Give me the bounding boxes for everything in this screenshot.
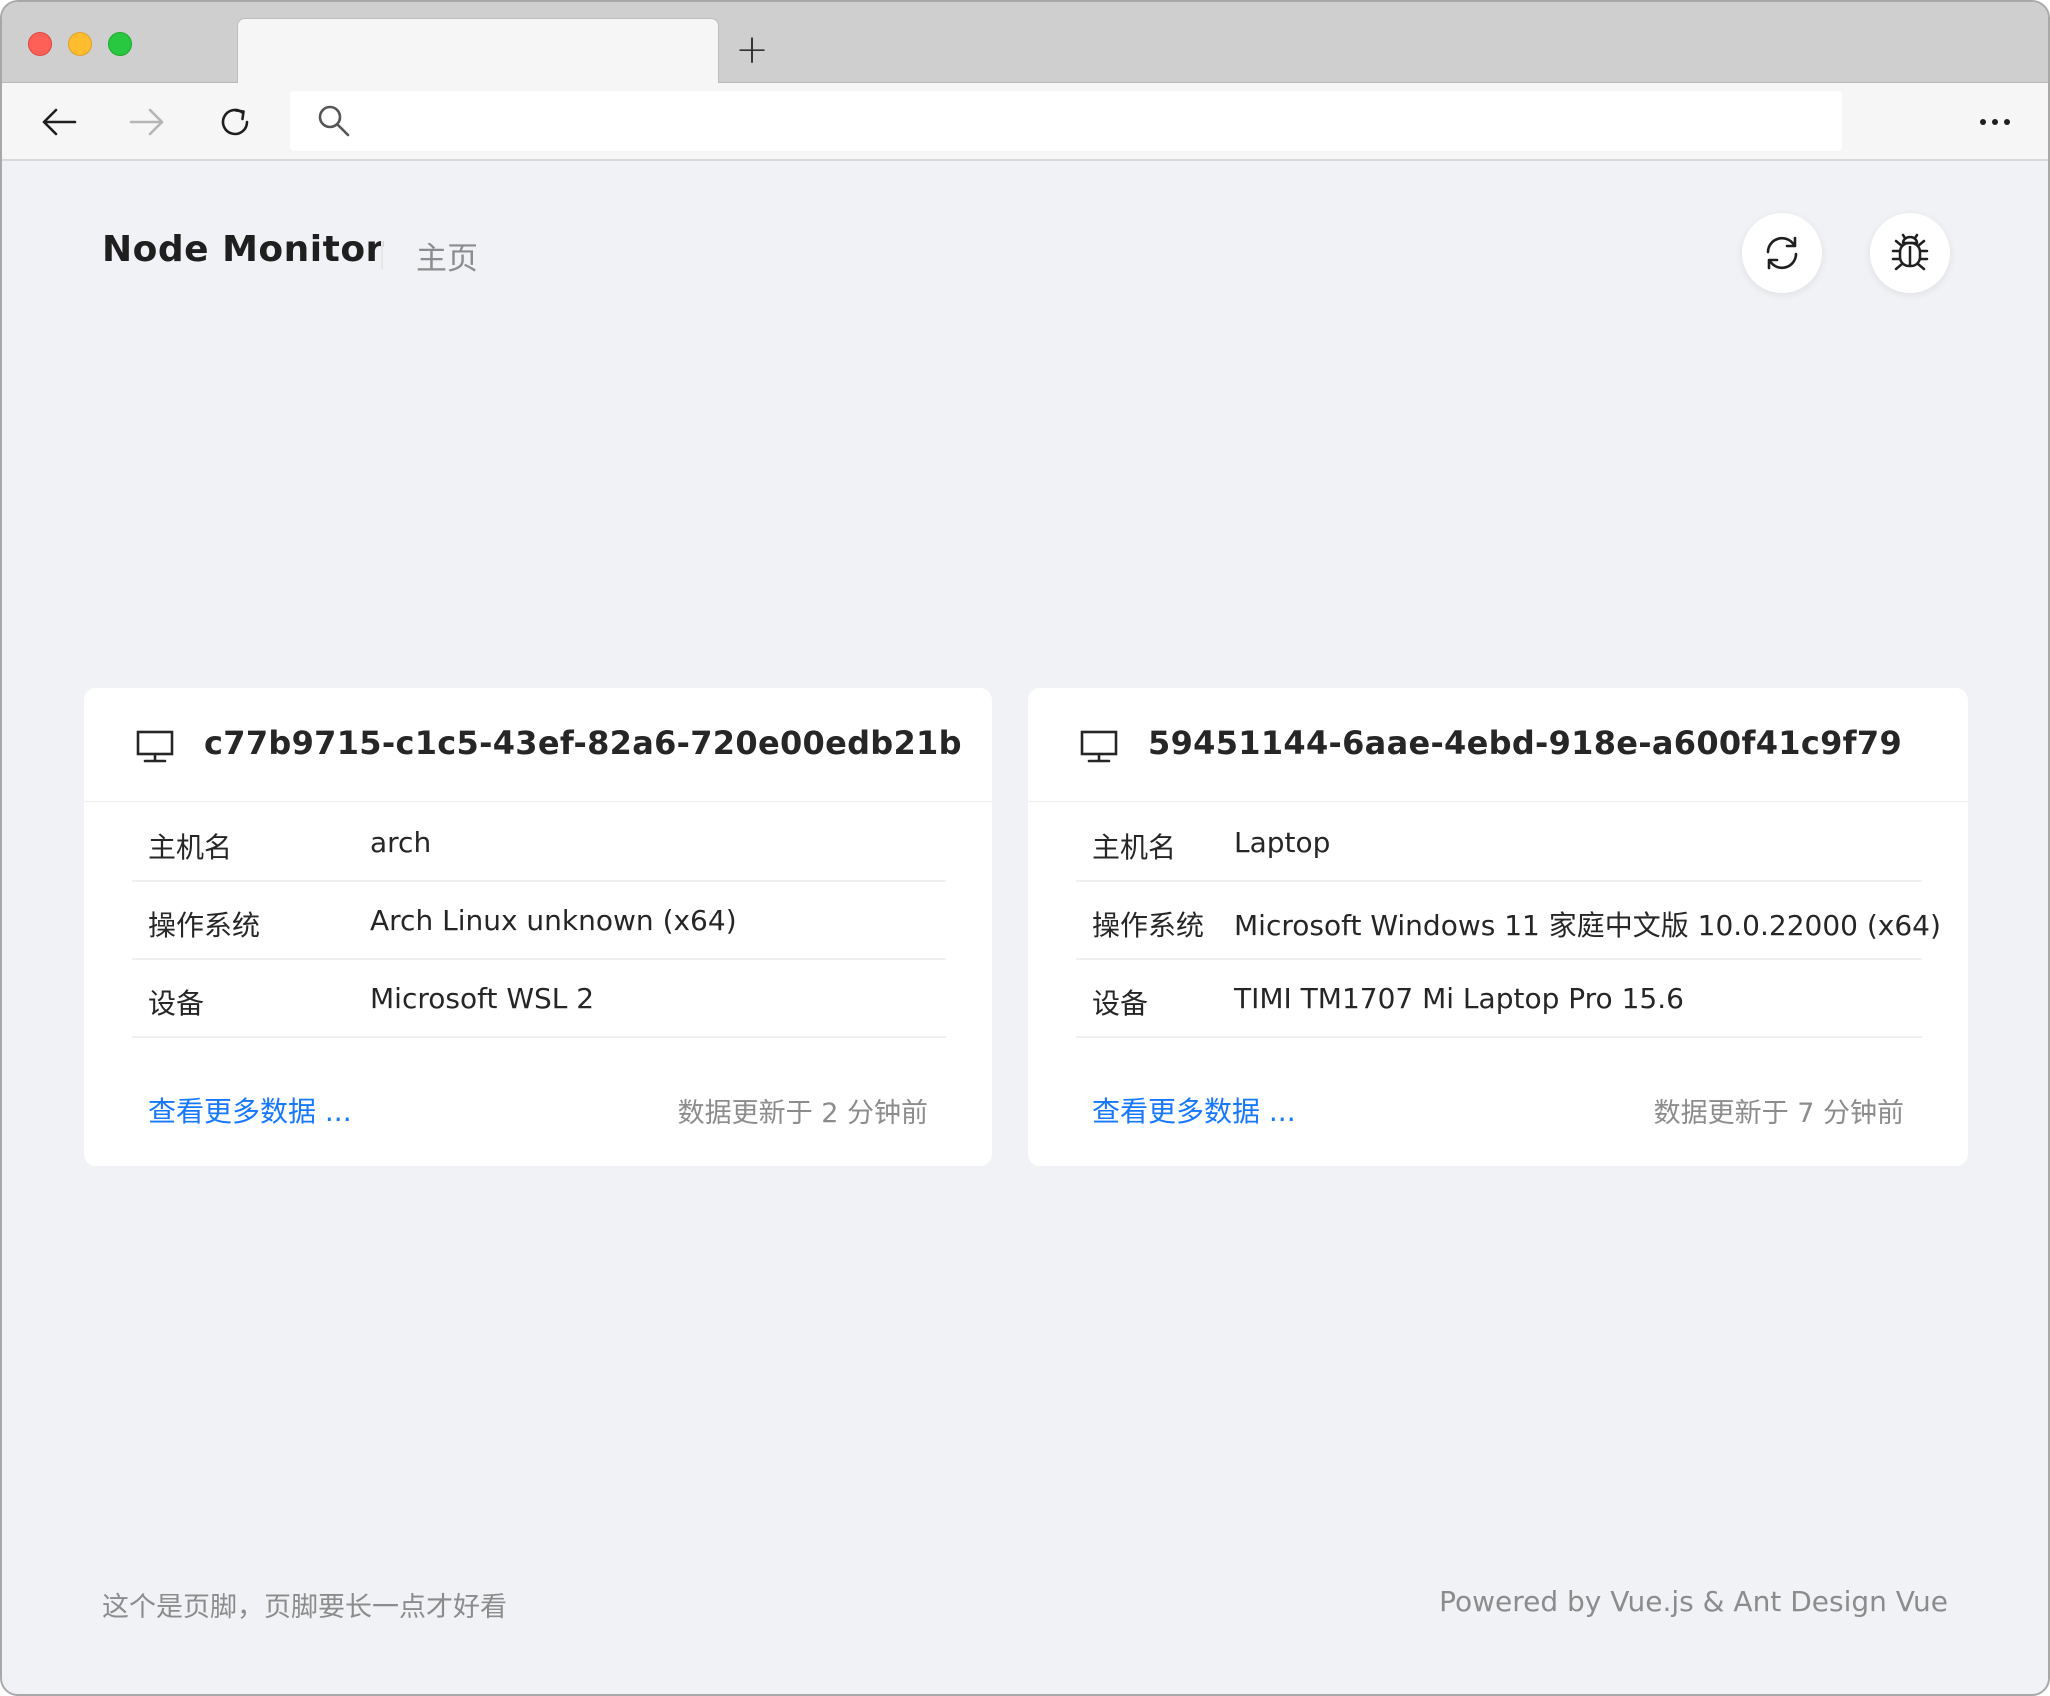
row-label-os: 操作系统 xyxy=(1092,909,1205,942)
page-content: Node Monitor 主页 c77b9715-c1c5-43ef-82a6-… xyxy=(2,161,2048,1694)
node-card: c77b9715-c1c5-43ef-82a6-720e00edb21b 主机名… xyxy=(84,688,992,1166)
debug-button[interactable] xyxy=(1870,213,1950,293)
row-value-hostname: arch xyxy=(370,826,432,859)
desktop-icon xyxy=(136,730,174,763)
row-label-device: 设备 xyxy=(148,987,205,1020)
node-info-table: 主机名 Laptop 操作系统 Microsoft Windows 11 家庭中… xyxy=(1076,804,1941,1038)
reload-button[interactable] xyxy=(212,99,258,145)
row-value-device: Microsoft WSL 2 xyxy=(370,982,595,1015)
updated-time: 数据更新于 7 分钟前 xyxy=(1653,1098,1904,1129)
table-row: 主机名 Laptop xyxy=(1076,804,1922,882)
table-row: 操作系统 Arch Linux unknown (x64) xyxy=(132,882,946,960)
app-title[interactable]: Node Monitor xyxy=(102,229,384,270)
browser-window: + Node Monitor 主页 c77b9715-c1c5-43ef-82a… xyxy=(0,0,2050,1696)
close-window-button[interactable] xyxy=(28,32,52,56)
row-label-hostname: 主机名 xyxy=(148,831,233,864)
node-info-table: 主机名 arch 操作系统 Arch Linux unknown (x64) 设… xyxy=(132,804,946,1038)
bug-icon xyxy=(1891,233,1929,271)
row-value-os: Arch Linux unknown (x64) xyxy=(370,904,737,937)
navigation-bar xyxy=(2,83,2048,161)
forward-arrow-icon xyxy=(129,108,164,136)
back-arrow-icon xyxy=(42,108,77,136)
desktop-icon xyxy=(1080,730,1118,763)
table-row: 操作系统 Microsoft Windows 11 家庭中文版 10.0.220… xyxy=(1076,882,1941,960)
row-label-device: 设备 xyxy=(1092,987,1149,1020)
table-row: 主机名 arch xyxy=(132,804,946,882)
row-label-os: 操作系统 xyxy=(148,909,261,942)
footer-credits: Powered by Vue.js & Ant Design Vue xyxy=(1439,1585,1948,1618)
footer-text: 这个是页脚，页脚要长一点才好看 xyxy=(102,1592,507,1623)
header-divider xyxy=(381,241,383,269)
updated-time: 数据更新于 2 分钟前 xyxy=(677,1098,928,1129)
row-label-hostname: 主机名 xyxy=(1092,831,1177,864)
node-card-header: c77b9715-c1c5-43ef-82a6-720e00edb21b xyxy=(84,688,992,802)
view-more-link[interactable]: 查看更多数据 ... xyxy=(1092,1090,1296,1130)
table-row: 设备 TIMI TM1707 Mi Laptop Pro 15.6 xyxy=(1076,960,1922,1038)
new-tab-button[interactable]: + xyxy=(730,27,774,73)
maximize-window-button[interactable] xyxy=(108,32,132,56)
back-button[interactable] xyxy=(36,99,82,145)
row-value-os: Microsoft Windows 11 家庭中文版 10.0.22000 (x… xyxy=(1234,909,1941,942)
refresh-button[interactable] xyxy=(1742,213,1822,293)
row-value-hostname: Laptop xyxy=(1234,826,1331,859)
browser-tab-active[interactable] xyxy=(237,18,719,84)
row-value-device: TIMI TM1707 Mi Laptop Pro 15.6 xyxy=(1234,982,1684,1015)
minimize-window-button[interactable] xyxy=(68,32,92,56)
browser-menu-button[interactable] xyxy=(1970,99,2020,145)
node-card: 59451144-6aae-4ebd-918e-a600f41c9f79 主机名… xyxy=(1028,688,1968,1166)
node-id: c77b9715-c1c5-43ef-82a6-720e00edb21b xyxy=(204,724,962,762)
search-icon xyxy=(318,105,350,137)
reload-icon xyxy=(221,108,249,136)
breadcrumb-home[interactable]: 主页 xyxy=(416,233,478,278)
node-card-header: 59451144-6aae-4ebd-918e-a600f41c9f79 xyxy=(1028,688,1968,802)
forward-button[interactable] xyxy=(124,99,170,145)
node-id: 59451144-6aae-4ebd-918e-a600f41c9f79 xyxy=(1148,724,1903,762)
view-more-link[interactable]: 查看更多数据 ... xyxy=(148,1090,352,1130)
tab-bar: + xyxy=(2,2,2048,84)
address-bar[interactable] xyxy=(290,91,1842,151)
more-icon xyxy=(1980,119,2010,125)
refresh-icon xyxy=(1766,236,1798,270)
table-row: 设备 Microsoft WSL 2 xyxy=(132,960,946,1038)
